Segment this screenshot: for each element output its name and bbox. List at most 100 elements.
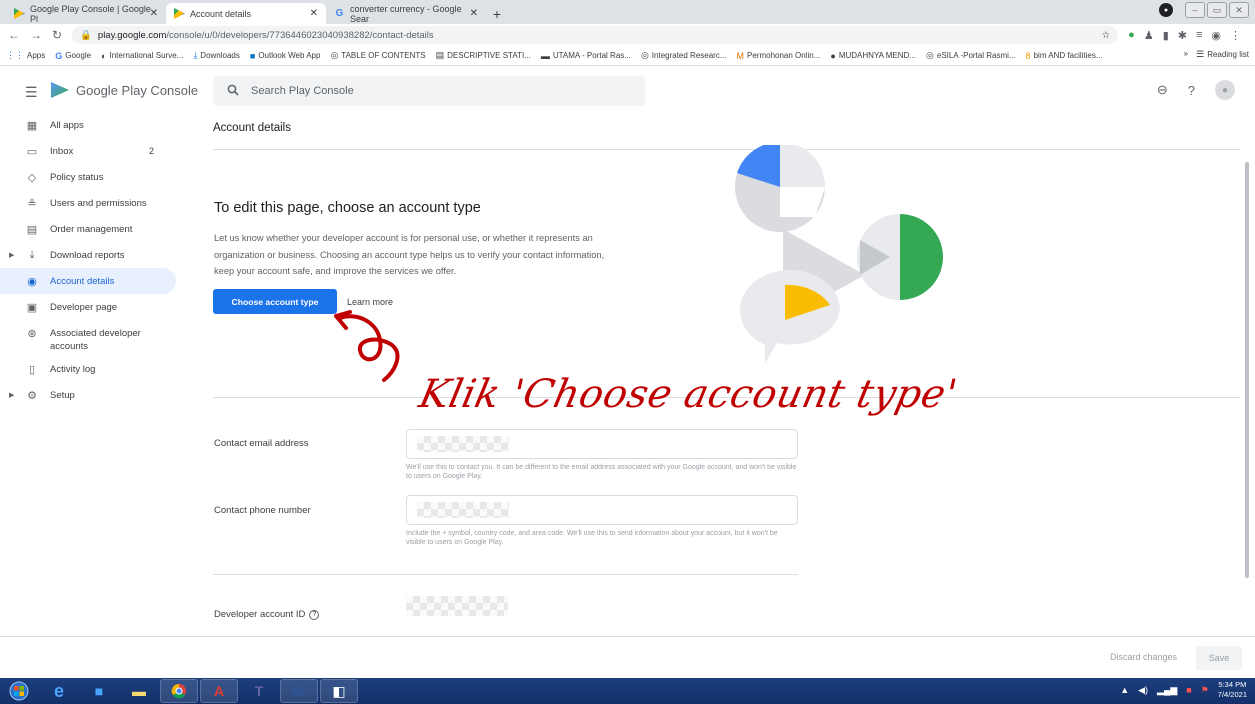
profile-avatar-icon[interactable]: ◉ bbox=[1211, 29, 1221, 42]
bookmark-item[interactable]: ◎ TABLE OF CONTENTS bbox=[330, 50, 425, 61]
sidebar-item-label: Associated developer accounts bbox=[50, 328, 141, 352]
sidebar-item-download-reports[interactable]: ▶ ⤓ Download reports bbox=[0, 242, 176, 268]
acrobat-icon[interactable]: A bbox=[200, 679, 238, 703]
back-icon[interactable]: ← bbox=[8, 28, 20, 42]
sidebar-item-account-details[interactable]: ◉ Account details bbox=[0, 268, 176, 294]
search-input[interactable]: Search Play Console bbox=[213, 76, 645, 106]
contact-phone-field[interactable] bbox=[406, 495, 798, 525]
sidebar-item-inbox[interactable]: ▭ Inbox 2 bbox=[0, 138, 176, 164]
document-icon: ▯ bbox=[28, 363, 36, 376]
extension-icon[interactable]: ▮ bbox=[1163, 29, 1169, 42]
contact-email-field[interactable]: com bbox=[406, 429, 798, 459]
paint-icon[interactable]: ◧ bbox=[320, 679, 358, 703]
browser-tab[interactable]: Google Play Console | Google Pl ✕ bbox=[6, 3, 166, 24]
bookmark-item[interactable]: ▬ UTAMA - Portal Ras... bbox=[541, 51, 631, 61]
sidebar-item-developer-page[interactable]: ▣ Developer page bbox=[0, 294, 176, 320]
bookmark-item[interactable]: G Google bbox=[55, 51, 91, 61]
save-button[interactable]: Save bbox=[1196, 646, 1242, 670]
bookmarks-right: » ☰ Reading list bbox=[1177, 49, 1249, 60]
reading-mode-icon[interactable]: ≡ bbox=[1196, 29, 1202, 41]
close-tab-icon[interactable]: ✕ bbox=[310, 8, 318, 19]
extension-icon[interactable]: ● bbox=[1128, 29, 1135, 41]
learn-more-link[interactable]: Learn more bbox=[347, 297, 393, 307]
more-bookmarks-button[interactable]: » bbox=[1184, 49, 1188, 60]
system-tray: ▲ ◀) ▂▄▆ ■ ⚑ 5:34 PM 7/4/2021 bbox=[1120, 680, 1247, 700]
clock[interactable]: 5:34 PM 7/4/2021 bbox=[1218, 680, 1247, 700]
help-icon[interactable]: ? bbox=[309, 609, 320, 620]
new-tab-button[interactable]: + bbox=[486, 4, 508, 24]
extension-icon[interactable]: ♟ bbox=[1144, 29, 1154, 42]
app-logo[interactable]: Google Play Console bbox=[51, 82, 198, 98]
expand-caret-icon[interactable]: ▶ bbox=[9, 251, 14, 259]
contact-email-label: Contact email address bbox=[214, 438, 309, 449]
minimize-button[interactable]: – bbox=[1185, 2, 1205, 18]
sidebar-item-associated-accounts[interactable]: ⊛ Associated developer accounts bbox=[0, 320, 176, 356]
bookmark-item[interactable]: ◐ International Surve... bbox=[101, 51, 183, 61]
account-circle-icon: ◉ bbox=[27, 275, 37, 288]
bookmark-apps[interactable]: ⋮⋮ Apps bbox=[6, 50, 45, 61]
sidebar-item-policy-status[interactable]: ◇ Policy status bbox=[0, 164, 176, 190]
star-icon[interactable]: ☆ bbox=[1102, 30, 1111, 41]
bookmark-item[interactable]: ⤓ Downloads bbox=[193, 50, 240, 61]
reload-icon[interactable]: ↻ bbox=[52, 28, 62, 42]
close-tab-icon[interactable]: ✕ bbox=[150, 8, 158, 19]
bookmark-item[interactable]: ◎ eSILA -Portal Rasmi... bbox=[926, 50, 1016, 61]
annotation-arrow bbox=[334, 310, 400, 382]
sidebar-item-users-permissions[interactable]: ≗ Users and permissions bbox=[0, 190, 176, 216]
grid-icon: ▦ bbox=[26, 119, 38, 132]
discard-changes-button[interactable]: Discard changes bbox=[1110, 652, 1177, 662]
chrome-taskbar-icon[interactable] bbox=[160, 679, 198, 703]
bookmarks-bar: ⋮⋮ Apps G Google ◐ International Surve... ⤓… bbox=[0, 46, 1255, 66]
restore-button[interactable]: ▭ bbox=[1207, 2, 1227, 18]
close-window-button[interactable]: ✕ bbox=[1229, 2, 1249, 18]
bookmark-item[interactable]: 8 bim AND facilities... bbox=[1026, 51, 1103, 61]
reading-list-button[interactable]: ☰ Reading list bbox=[1196, 49, 1249, 60]
sidebar-item-setup[interactable]: ▶ ⚙ Setup bbox=[0, 382, 176, 408]
sidebar-item-label: Developer page bbox=[50, 301, 118, 313]
bookmark-item[interactable]: ▤ DESCRIPTIVE STATI... bbox=[436, 50, 531, 61]
menu-dots-icon[interactable]: ⋮ bbox=[1230, 29, 1241, 42]
browser-tab[interactable]: G converter currency - Google Sear ✕ bbox=[326, 3, 486, 24]
action-bar: Discard changes Save bbox=[0, 636, 1255, 678]
bookmark-item[interactable]: ◎ Integrated Researc... bbox=[641, 50, 727, 61]
developer-account-id-row: Developer account ID ? bbox=[214, 609, 320, 620]
action-center-icon[interactable]: ⚑ bbox=[1201, 685, 1209, 696]
windows-taskbar: e ■ ▬ A T W ◧ ▲ ◀) ▂▄▆ ■ ⚑ 5:34 PM 7/4/2… bbox=[0, 678, 1255, 704]
close-tab-icon[interactable]: ✕ bbox=[470, 8, 478, 19]
forward-icon[interactable]: → bbox=[30, 28, 42, 42]
word-icon[interactable]: W bbox=[280, 679, 318, 703]
redacted-developer-id bbox=[406, 596, 508, 616]
profile-icon[interactable]: ● bbox=[1159, 3, 1173, 17]
sidebar-item-all-apps[interactable]: ▦ All apps bbox=[0, 112, 176, 138]
choose-account-type-button[interactable]: Choose account type bbox=[213, 289, 337, 314]
volume-icon[interactable]: ◀) bbox=[1138, 685, 1148, 696]
internet-explorer-icon[interactable]: e bbox=[40, 679, 78, 703]
scrollbar[interactable] bbox=[1245, 162, 1249, 578]
globe-icon: ◎ bbox=[330, 50, 339, 60]
security-icon[interactable]: ■ bbox=[1186, 685, 1191, 695]
puzzle-icon[interactable]: ✱ bbox=[1178, 29, 1187, 42]
help-icon[interactable]: ? bbox=[1188, 83, 1195, 98]
link-icon[interactable]: ⊖ bbox=[1157, 82, 1168, 98]
expand-caret-icon[interactable]: ▶ bbox=[9, 391, 14, 399]
play-console-icon bbox=[14, 8, 25, 19]
browser-tab-active[interactable]: Account details ✕ bbox=[166, 3, 326, 24]
bookmark-label: MUDAHNYA MEND... bbox=[838, 51, 917, 60]
card-icon: ▤ bbox=[26, 223, 38, 236]
avatar[interactable]: ● bbox=[1215, 80, 1235, 100]
teams-icon[interactable]: T bbox=[240, 679, 278, 703]
bookmark-item[interactable]: ● MUDAHNYA MEND... bbox=[830, 51, 916, 61]
network-icon[interactable]: ▂▄▆ bbox=[1157, 685, 1177, 696]
lock-icon: 🔒 bbox=[80, 29, 92, 41]
tray-expand-icon[interactable]: ▲ bbox=[1120, 685, 1129, 695]
outlook-taskbar-icon[interactable]: ■ bbox=[80, 679, 118, 703]
start-button[interactable] bbox=[0, 679, 38, 703]
reading-list-label: Reading list bbox=[1207, 50, 1249, 59]
bookmark-item[interactable]: ■ Outlook Web App bbox=[250, 51, 321, 61]
sidebar-item-order-management[interactable]: ▤ Order management bbox=[0, 216, 176, 242]
file-explorer-icon[interactable]: ▬ bbox=[120, 679, 158, 703]
sidebar-item-activity-log[interactable]: ▯ Activity log bbox=[0, 356, 176, 382]
bookmark-item[interactable]: M Permohonan Onlin... bbox=[737, 51, 821, 61]
url-bar[interactable]: 🔒 play.google.com/console/u/0/developers… bbox=[72, 26, 1119, 44]
menu-icon[interactable]: ☰ bbox=[25, 84, 38, 101]
